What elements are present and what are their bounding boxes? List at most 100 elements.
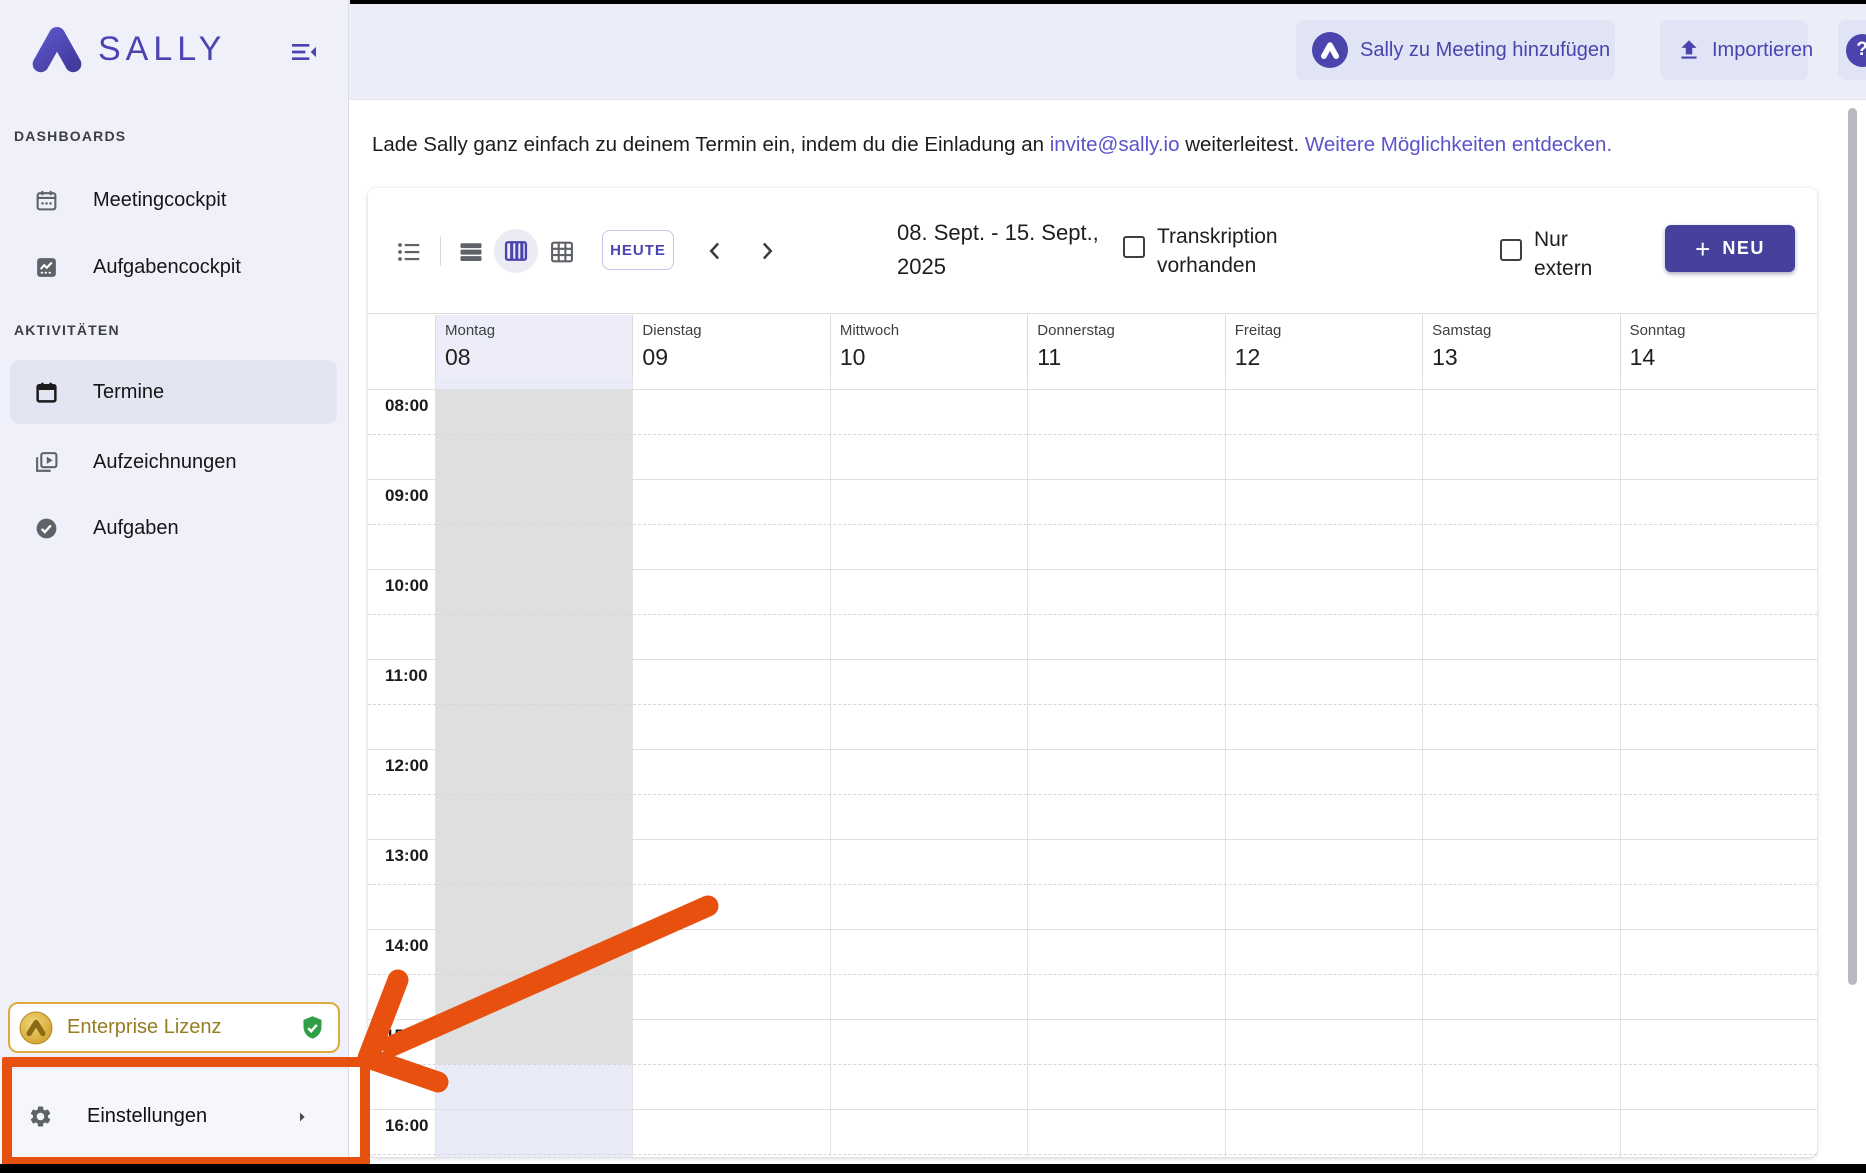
day-number: 08	[445, 344, 471, 370]
sidebar-item-einstellungen[interactable]: Einstellungen	[0, 1069, 348, 1164]
day-column[interactable]	[1620, 379, 1817, 1157]
grid-halfhour-line	[368, 884, 1817, 885]
sidebar: SALLY DASHBOARDS Meetingcockpit Aufgaben…	[0, 0, 349, 1173]
day-name: Donnerstag	[1037, 322, 1115, 339]
grid-hour-line	[368, 1019, 1817, 1020]
sidebar-item-label: Termine	[93, 380, 165, 403]
day-name: Montag	[445, 322, 496, 339]
top-black-edge	[350, 0, 1866, 4]
settings-label: Einstellungen	[87, 1105, 208, 1127]
invite-banner: Lade Sally ganz einfach zu deinem Termin…	[372, 133, 1612, 157]
list-view-icon[interactable]	[395, 238, 423, 266]
license-badge[interactable]: Enterprise Lizenz	[8, 1002, 340, 1053]
invite-email-link[interactable]: invite@sally.io	[1050, 133, 1180, 156]
sidebar-item-meetingcockpit[interactable]: Meetingcockpit	[0, 172, 348, 228]
grid-column-line	[632, 379, 634, 1157]
chevron-right-icon	[300, 1112, 305, 1121]
new-event-button[interactable]: + NEU	[1665, 225, 1795, 272]
banner-text: Lade Sally ganz einfach zu deinem Termin…	[372, 133, 1050, 156]
day-column[interactable]	[830, 379, 1027, 1157]
day-name: Samstag	[1432, 322, 1492, 339]
grid-halfhour-line	[368, 794, 1817, 795]
import-label: Importieren	[1712, 38, 1814, 61]
bottom-black-edge	[0, 1164, 1866, 1173]
day-header-cell: Samstag 13	[1422, 315, 1619, 379]
day-column[interactable]	[435, 379, 632, 1157]
gear-icon	[30, 1106, 51, 1127]
grid-hour-line	[368, 1109, 1817, 1110]
day-name: Freitag	[1234, 322, 1282, 339]
filter-extern[interactable]: Nur extern	[1500, 225, 1592, 283]
top-header-bar: Sally zu Meeting hinzufügen Importieren …	[348, 0, 1866, 100]
banner-text: weiterleitest.	[1179, 133, 1305, 156]
day-column[interactable]	[1225, 379, 1422, 1157]
grid-hour-line	[368, 749, 1817, 750]
grid-column-line	[1027, 379, 1029, 1157]
extern-checkbox[interactable]	[1500, 239, 1522, 261]
time-label: 09:00	[385, 486, 429, 505]
section-aktivitaeten: AKTIVITÄTEN	[14, 322, 120, 338]
grid-halfhour-line	[368, 974, 1817, 975]
day-name: Mittwoch	[839, 322, 900, 339]
grid-halfhour-line	[368, 614, 1817, 615]
time-label: 13:00	[385, 846, 429, 865]
help-button[interactable]: ?	[1838, 20, 1866, 80]
sidebar-item-label: Aufgabencockpit	[93, 255, 241, 278]
collapse-sidebar-icon[interactable]	[288, 36, 320, 68]
chevron-left-icon[interactable]	[700, 236, 730, 266]
day-header-cell: Sonntag 14	[1619, 315, 1817, 379]
app-name: SALLY	[98, 29, 227, 68]
grid-hour-line	[368, 659, 1817, 660]
day-column[interactable]	[632, 379, 829, 1157]
time-label: 12:00	[385, 756, 429, 775]
plus-icon: +	[1695, 233, 1711, 264]
time-label: 11:00	[385, 666, 428, 685]
sidebar-item-label: Meetingcockpit	[93, 188, 227, 211]
shield-check-icon	[303, 1015, 322, 1039]
sidebar-item-label: Aufgaben	[93, 516, 179, 539]
day-header-cell: Mittwoch 10	[829, 315, 1027, 379]
grid-hour-line	[368, 839, 1817, 840]
add-sally-to-meeting-button[interactable]: Sally zu Meeting hinzufügen	[1296, 20, 1615, 80]
today-button[interactable]: HEUTE	[602, 230, 674, 270]
month-view-icon[interactable]	[548, 238, 576, 266]
sidebar-item-termine[interactable]: Termine	[10, 360, 337, 424]
sidebar-item-aufgabencockpit[interactable]: Aufgabencockpit	[0, 239, 348, 295]
day-name: Dienstag	[642, 322, 702, 339]
question-mark-icon: ?	[1845, 33, 1866, 67]
sally-logo-icon	[1312, 32, 1348, 68]
day-view-icon[interactable]	[457, 238, 485, 266]
day-number: 10	[839, 344, 866, 370]
more-options-link[interactable]: Weitere Möglichkeiten entdecken.	[1305, 133, 1612, 156]
import-button[interactable]: Importieren	[1660, 20, 1813, 80]
sidebar-item-label: Aufzeichnungen	[93, 450, 237, 473]
divider	[440, 236, 441, 266]
grid-halfhour-line	[368, 1154, 1817, 1155]
sidebar-item-aufzeichnungen[interactable]: Aufzeichnungen	[0, 434, 348, 490]
day-name: Sonntag	[1629, 322, 1686, 339]
chevron-right-icon[interactable]	[752, 236, 782, 266]
day-number: 13	[1432, 344, 1458, 370]
app-logo: SALLY	[28, 20, 226, 78]
section-dashboards: DASHBOARDS	[14, 128, 127, 144]
gold-sally-badge-icon	[19, 1011, 53, 1044]
grid-hour-line	[368, 929, 1817, 930]
week-view-icon	[504, 241, 528, 261]
grid-halfhour-line	[368, 1064, 1817, 1065]
day-column[interactable]	[1027, 379, 1224, 1157]
grid-hour-line	[368, 569, 1817, 570]
date-range-line2: 2025	[897, 254, 946, 279]
grid-column-line	[1619, 379, 1621, 1157]
transcription-checkbox[interactable]	[1123, 236, 1145, 258]
time-label: 10:00	[385, 576, 429, 595]
check-circle-icon	[36, 518, 57, 538]
calendar-icon	[36, 382, 57, 403]
week-view-button-selected[interactable]	[494, 229, 538, 273]
vertical-scrollbar[interactable]	[1848, 108, 1857, 985]
filter-transcription[interactable]: Transkription vorhanden	[1123, 222, 1278, 280]
grid-halfhour-line	[368, 434, 1817, 435]
day-column[interactable]	[1422, 379, 1619, 1157]
sidebar-item-aufgaben[interactable]: Aufgaben	[0, 500, 348, 556]
week-grid: Montag 08 Dienstag 09 Mittwoch 10 Donnerstag 11…	[368, 313, 1817, 1157]
time-label: 15:00	[385, 1026, 429, 1045]
